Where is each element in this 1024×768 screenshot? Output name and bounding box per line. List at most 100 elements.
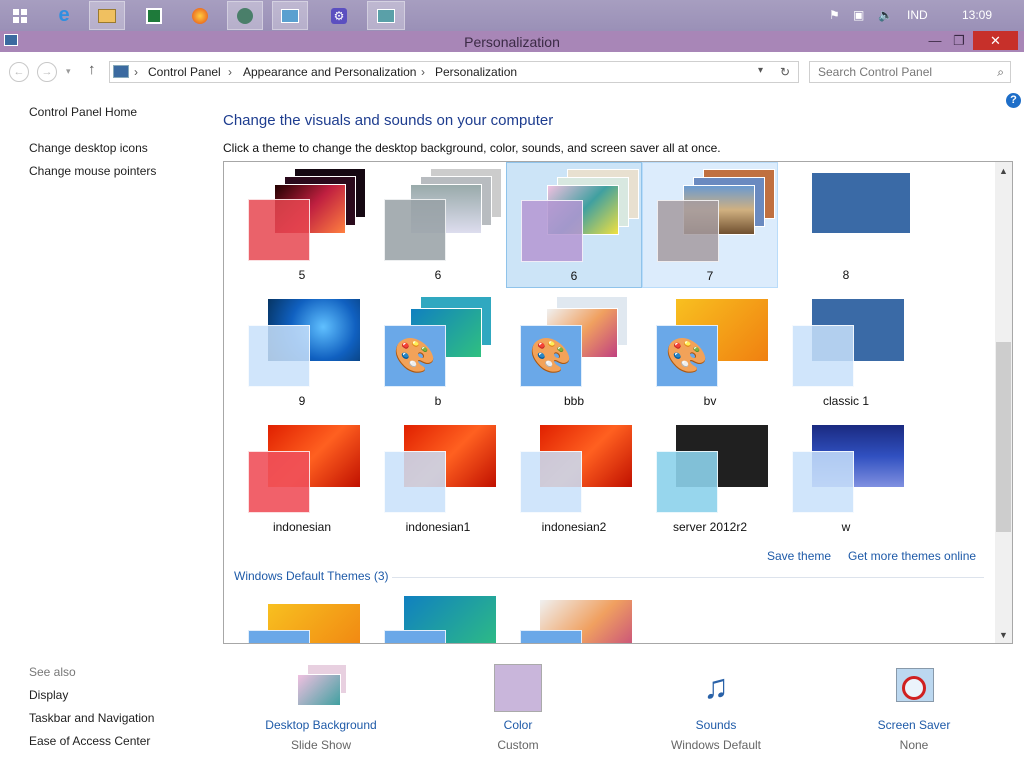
theme-tile[interactable]: 6: [370, 162, 506, 288]
theme-tile[interactable]: server 2012r2: [642, 414, 778, 540]
theme-tile[interactable]: 🎨 bbb: [506, 288, 642, 414]
close-button[interactable]: ✕: [973, 31, 1018, 50]
get-more-themes-link[interactable]: Get more themes online: [848, 549, 976, 563]
start-button[interactable]: [2, 1, 38, 30]
theme-tile[interactable]: 8: [778, 162, 914, 288]
crumb-appearance[interactable]: Appearance and Personalization: [243, 65, 416, 79]
theme-label: bv: [703, 394, 717, 408]
vertical-scrollbar[interactable]: ▲ ▼: [995, 162, 1012, 643]
back-button[interactable]: ←: [9, 62, 29, 82]
desktop-background-icon: [293, 664, 349, 708]
screen-saver-option[interactable]: Screen Saver None: [866, 664, 962, 752]
theme-label: bbb: [563, 394, 585, 408]
taskbar-navigation-link[interactable]: Taskbar and Navigation: [29, 711, 154, 725]
screen-saver-value: None: [899, 738, 929, 752]
color-label[interactable]: Color: [470, 718, 566, 732]
theme-label: 9: [298, 394, 306, 408]
sounds-label[interactable]: Sounds: [660, 718, 772, 732]
theme-label: classic 1: [822, 394, 869, 408]
theme-tile[interactable]: indonesian: [234, 414, 370, 540]
theme-tile-hover[interactable]: 7: [642, 162, 778, 288]
recent-pages-chevron-icon[interactable]: ▾: [66, 66, 71, 77]
theme-tile[interactable]: 🎨 b: [370, 288, 506, 414]
control-panel-home-link[interactable]: Control Panel Home: [29, 105, 137, 119]
sounds-value: Windows Default: [670, 738, 762, 752]
forward-button[interactable]: →: [37, 62, 57, 82]
screen-saver-label[interactable]: Screen Saver: [866, 718, 962, 732]
theme-label: 6: [570, 269, 578, 283]
theme-tile-selected[interactable]: 6: [506, 162, 642, 288]
settings-taskbar-icon[interactable]: ⚙: [321, 1, 357, 30]
control-panel-taskbar-icon[interactable]: [272, 1, 308, 30]
crumb-personalization[interactable]: Personalization: [435, 65, 517, 79]
control-panel-icon: [113, 65, 129, 78]
scroll-up-icon[interactable]: ▲: [995, 166, 1012, 176]
section-divider: [392, 577, 984, 578]
save-theme-link[interactable]: Save theme: [767, 549, 831, 563]
network-icon[interactable]: ▣: [853, 8, 864, 22]
theme-tile[interactable]: classic 1: [778, 288, 914, 414]
color-value: Custom: [497, 738, 539, 752]
display-link[interactable]: Display: [29, 688, 68, 702]
ease-of-access-link[interactable]: Ease of Access Center: [29, 734, 150, 748]
change-desktop-icons-link[interactable]: Change desktop icons: [29, 141, 148, 155]
theme-tile[interactable]: [370, 592, 506, 643]
theme-tile[interactable]: 5: [234, 162, 370, 288]
sounds-option[interactable]: ♫ Sounds Windows Default: [660, 664, 772, 752]
color-option[interactable]: Color Custom: [470, 664, 566, 752]
desktop-background-label[interactable]: Desktop Background: [258, 718, 384, 732]
app-taskbar-icon[interactable]: [227, 1, 263, 30]
search-input[interactable]: Search Control Panel ⌕: [809, 61, 1011, 83]
theme-tile[interactable]: w: [778, 414, 914, 540]
theme-tile[interactable]: indonesian1: [370, 414, 506, 540]
theme-gallery[interactable]: 5 6 6 7 8 9 🎨 b 🎨 bbb 🎨 bv classic 1 indone…: [223, 161, 1013, 644]
help-icon[interactable]: ?: [1006, 93, 1021, 108]
theme-label: b: [434, 394, 442, 408]
screen-saver-icon: [892, 664, 936, 708]
scroll-thumb[interactable]: [996, 342, 1011, 532]
page-title: Change the visuals and sounds on your co…: [223, 112, 554, 129]
crumb-control-panel[interactable]: Control Panel: [148, 65, 221, 79]
flag-icon[interactable]: ⚑: [829, 8, 840, 22]
personalization-taskbar-icon[interactable]: [367, 1, 405, 30]
theme-tile[interactable]: [506, 592, 642, 643]
search-icon[interactable]: ⌕: [997, 65, 1004, 80]
explorer-taskbar-icon[interactable]: [89, 1, 125, 30]
theme-label: 5: [298, 268, 306, 282]
sounds-icon: ♫: [703, 668, 729, 706]
address-bar: ← → ▾ ↑ › Control Panel › Appearance and…: [0, 52, 1024, 90]
breadcrumb[interactable]: › Control Panel › Appearance and Persona…: [109, 61, 799, 83]
theme-tile[interactable]: 9: [234, 288, 370, 414]
theme-label: 7: [706, 269, 714, 283]
change-mouse-pointers-link[interactable]: Change mouse pointers: [29, 164, 156, 178]
language-indicator[interactable]: IND: [907, 8, 928, 22]
clock[interactable]: 13:09: [962, 8, 992, 22]
ie-taskbar-icon[interactable]: e: [46, 1, 82, 30]
firefox-taskbar-icon[interactable]: [182, 1, 218, 30]
theme-label: 8: [842, 268, 850, 282]
see-also-heading: See also: [29, 665, 76, 679]
theme-label: indonesian2: [541, 520, 607, 534]
theme-tile[interactable]: 🎨 bv: [642, 288, 778, 414]
page-subtitle: Click a theme to change the desktop back…: [223, 141, 721, 155]
theme-label: indonesian1: [405, 520, 471, 534]
address-dropdown-icon[interactable]: ▾: [758, 65, 763, 76]
refresh-icon[interactable]: ↻: [780, 65, 790, 79]
taskbar: e ⚙ ⚑ ▣ 🔈 IND 13:09: [0, 0, 1024, 31]
theme-label: w: [841, 520, 851, 534]
excel-taskbar-icon[interactable]: [136, 1, 172, 30]
title-bar: Personalization — ❐ ✕: [0, 31, 1024, 52]
desktop-background-value: Slide Show: [290, 738, 352, 752]
scroll-down-icon[interactable]: ▼: [995, 630, 1012, 640]
windows-logo-icon: [13, 8, 27, 23]
theme-label: indonesian: [272, 520, 332, 534]
theme-label: server 2012r2: [672, 520, 748, 534]
desktop-background-option[interactable]: Desktop Background Slide Show: [258, 664, 384, 752]
color-swatch: [494, 664, 542, 712]
up-button[interactable]: ↑: [88, 61, 96, 78]
theme-tile[interactable]: indonesian2: [506, 414, 642, 540]
theme-label: 6: [434, 268, 442, 282]
theme-tile[interactable]: [234, 592, 370, 643]
volume-muted-icon[interactable]: 🔈: [878, 8, 893, 22]
maximize-button[interactable]: ❐: [944, 31, 974, 50]
